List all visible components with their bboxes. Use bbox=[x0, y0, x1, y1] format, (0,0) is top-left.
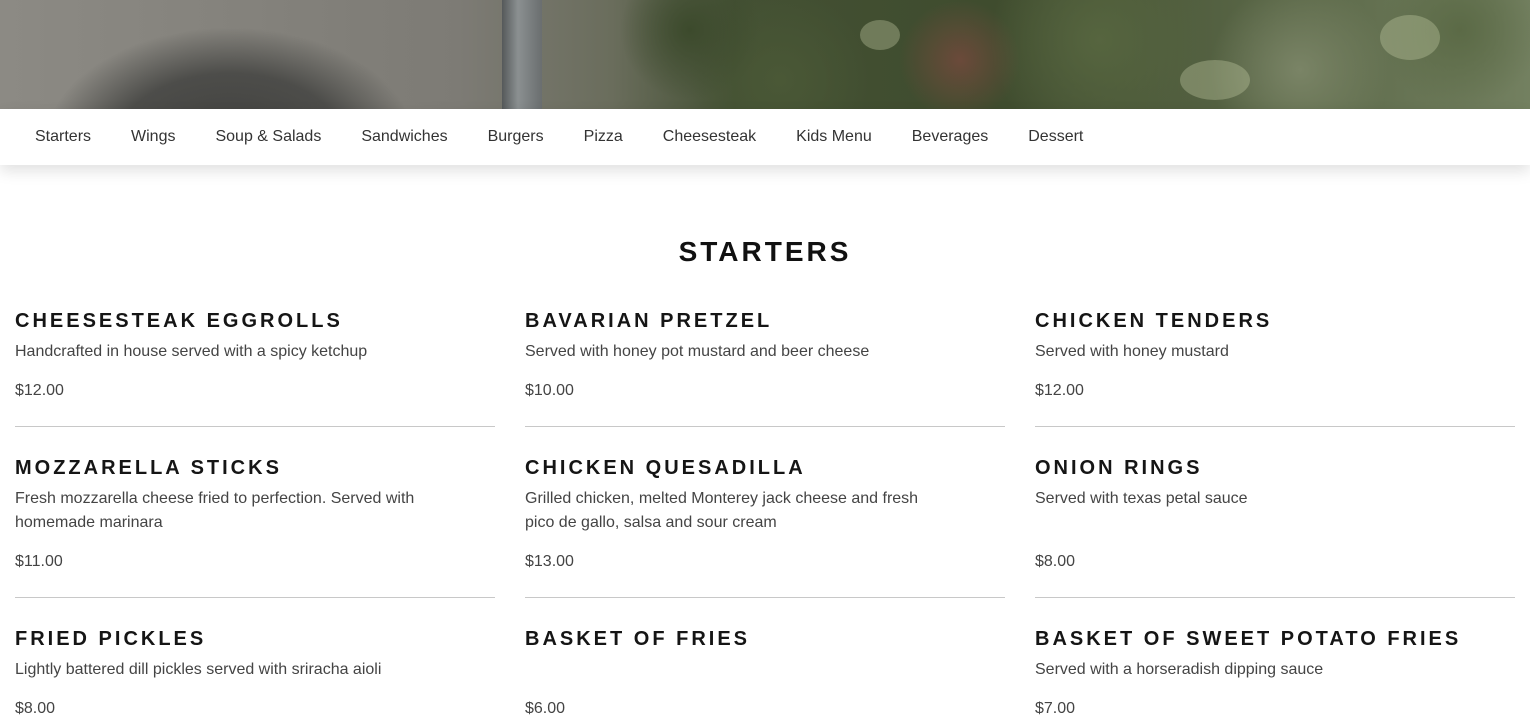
menu-item-description bbox=[525, 658, 1005, 682]
menu-item-price: $11.00 bbox=[15, 553, 63, 570]
menu-item-name: BASKET OF SWEET POTATO FRIES bbox=[1035, 628, 1462, 650]
nav-tab-wings[interactable]: Wings bbox=[111, 109, 195, 165]
menu-item-price: $13.00 bbox=[525, 553, 574, 570]
menu-item-name: BASKET OF FRIES bbox=[525, 628, 751, 650]
menu-item-description: Handcrafted in house served with a spicy… bbox=[15, 343, 368, 360]
menu-item-price: $12.00 bbox=[15, 382, 64, 399]
menu-item-name: CHICKEN QUESADILLA bbox=[525, 457, 806, 479]
menu-category-nav: Starters Wings Soup & Salads Sandwiches … bbox=[0, 109, 1530, 165]
menu-item-name: CHEESESTEAK EGGROLLS bbox=[15, 310, 343, 332]
menu-item-price: $8.00 bbox=[1035, 553, 1076, 570]
menu-item: FRIED PICKLES Lightly battered dill pick… bbox=[15, 628, 495, 726]
menu-item: CHEESESTEAK EGGROLLS Handcrafted in hous… bbox=[15, 310, 495, 427]
menu-item-price: $7.00 bbox=[1035, 700, 1076, 717]
hero-foliage-decoration bbox=[860, 20, 900, 50]
menu-item-description: Served with texas petal sauce bbox=[1035, 490, 1248, 507]
hero-banner-image bbox=[0, 0, 1530, 109]
nav-tab-sandwiches[interactable]: Sandwiches bbox=[341, 109, 467, 165]
hero-foliage-decoration bbox=[1380, 15, 1440, 60]
nav-tab-kids-menu[interactable]: Kids Menu bbox=[776, 109, 892, 165]
menu-item-description: Grilled chicken, melted Monterey jack ch… bbox=[525, 490, 919, 531]
nav-tab-dessert[interactable]: Dessert bbox=[1008, 109, 1103, 165]
nav-tab-starters[interactable]: Starters bbox=[15, 109, 111, 165]
nav-tab-soup-salads[interactable]: Soup & Salads bbox=[195, 109, 341, 165]
nav-tab-pizza[interactable]: Pizza bbox=[564, 109, 643, 165]
menu-item-description: Served with a horseradish dipping sauce bbox=[1035, 661, 1324, 678]
nav-tab-beverages[interactable]: Beverages bbox=[892, 109, 1009, 165]
section-title: STARTERS bbox=[678, 236, 852, 267]
menu-item: BASKET OF FRIES $6.00 bbox=[525, 628, 1005, 726]
menu-item: CHICKEN QUESADILLA Grilled chicken, melt… bbox=[525, 457, 1005, 598]
hero-foliage-decoration bbox=[1180, 60, 1250, 100]
menu-item-description: Lightly battered dill pickles served wit… bbox=[15, 661, 382, 678]
menu-item-price: $8.00 bbox=[15, 700, 56, 717]
menu-item: ONION RINGS Served with texas petal sauc… bbox=[1035, 457, 1515, 598]
menu-item-name: FRIED PICKLES bbox=[15, 628, 207, 650]
menu-item-price: $10.00 bbox=[525, 382, 574, 399]
menu-item: BASKET OF SWEET POTATO FRIES Served with… bbox=[1035, 628, 1515, 726]
nav-tab-cheesesteak[interactable]: Cheesesteak bbox=[643, 109, 776, 165]
hero-pole-decoration bbox=[502, 0, 542, 109]
menu-item-name: MOZZARELLA STICKS bbox=[15, 457, 282, 479]
nav-tab-burgers[interactable]: Burgers bbox=[468, 109, 564, 165]
menu-item-name: CHICKEN TENDERS bbox=[1035, 310, 1273, 332]
menu-item-price: $6.00 bbox=[525, 700, 566, 717]
menu-item: CHICKEN TENDERS Served with honey mustar… bbox=[1035, 310, 1515, 427]
menu-item: MOZZARELLA STICKS Fresh mozzarella chees… bbox=[15, 457, 495, 598]
menu-item-price: $12.00 bbox=[1035, 382, 1084, 399]
menu-item: BAVARIAN PRETZEL Served with honey pot m… bbox=[525, 310, 1005, 427]
menu-item-name: BAVARIAN PRETZEL bbox=[525, 310, 773, 332]
menu-item-description: Fresh mozzarella cheese fried to perfect… bbox=[15, 490, 415, 531]
menu-item-description: Served with honey mustard bbox=[1035, 343, 1229, 360]
menu-items-grid: CHEESESTEAK EGGROLLS Handcrafted in hous… bbox=[15, 310, 1515, 726]
menu-item-description: Served with honey pot mustard and beer c… bbox=[525, 343, 870, 360]
menu-item-name: ONION RINGS bbox=[1035, 457, 1203, 479]
